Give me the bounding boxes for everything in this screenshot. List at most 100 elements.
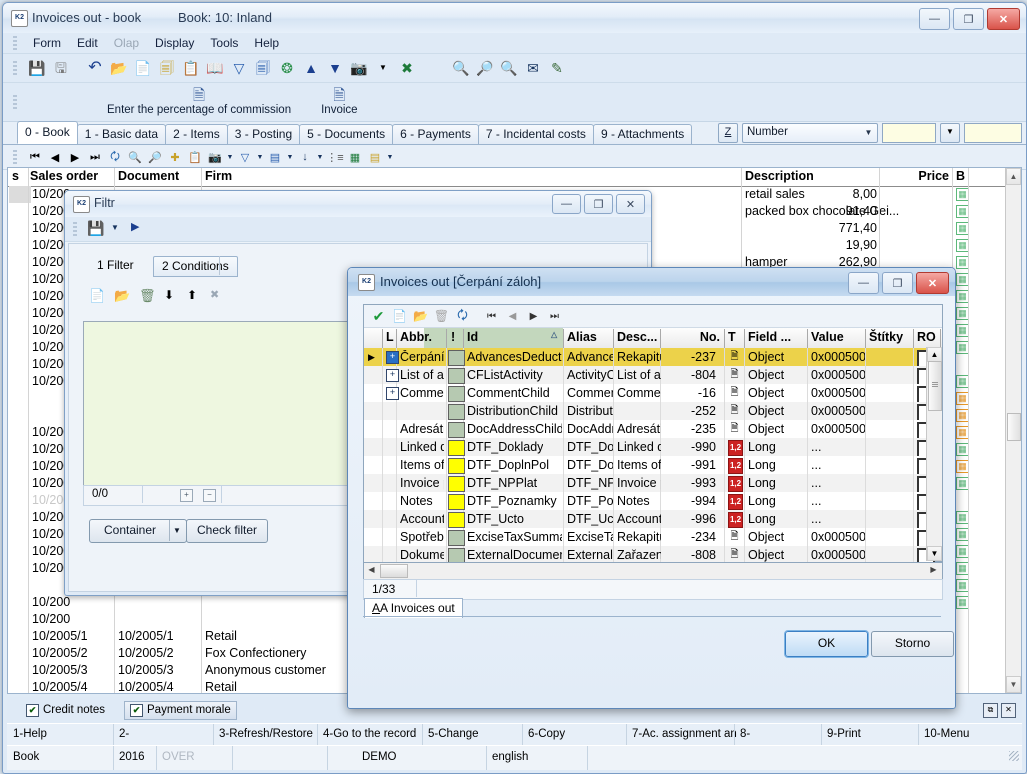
- table-row[interactable]: Invoice p DTF_NPPlat DTF_NPP Invoice p -993 1…: [364, 474, 935, 494]
- find-next-icon[interactable]: 🔎: [145, 147, 165, 167]
- toolbar-grip[interactable]: [13, 61, 17, 75]
- last-icon[interactable]: ⏭: [544, 306, 565, 326]
- fkey-10-menu[interactable]: 10-Menu: [924, 728, 969, 740]
- prev-icon[interactable]: ◀: [502, 306, 523, 326]
- tab-6-payments[interactable]: 6 - Payments: [392, 124, 479, 144]
- undo-icon[interactable]: ↶: [83, 57, 107, 79]
- invoices-horizontal-scrollbar[interactable]: ◀ ▶: [363, 562, 943, 580]
- new-document-icon[interactable]: 📄: [131, 57, 155, 79]
- camera-icon[interactable]: 📷: [347, 57, 371, 79]
- layers-icon[interactable]: ❂: [275, 57, 299, 79]
- fkey-8[interactable]: 8-: [740, 728, 750, 740]
- open-folder-icon[interactable]: 📂: [410, 306, 431, 326]
- filter-tab-2-conditions[interactable]: 2 Conditions: [153, 256, 238, 277]
- open-folder-icon[interactable]: 📂: [114, 288, 130, 304]
- dropdown-arrow-icon[interactable]: ▼: [385, 154, 395, 161]
- columns-icon[interactable]: ▤: [365, 147, 385, 167]
- invoices-bottom-tab[interactable]: AA Invoices out: [364, 598, 463, 618]
- refresh-icon[interactable]: 🗘: [452, 306, 473, 326]
- table-row[interactable]: Spotřebn ExciseTaxSummaryChild ExciseTa: Re…: [364, 528, 935, 548]
- gridbar-grip[interactable]: [13, 150, 17, 164]
- filter-conditions-area[interactable]: [83, 321, 363, 486]
- scroll-down-button[interactable]: ▼: [1006, 676, 1021, 693]
- run-icon[interactable]: ▶: [131, 220, 139, 233]
- tab-0-book[interactable]: 0 - Book: [17, 121, 78, 144]
- dropdown-arrow-icon[interactable]: ▼: [285, 154, 295, 161]
- col-t[interactable]: T: [728, 330, 736, 344]
- tab-1-basic-data[interactable]: 1 - Basic data: [76, 124, 167, 144]
- fkey-5-change[interactable]: 5-Change: [428, 728, 479, 740]
- tab-2-items[interactable]: 2 - Items: [165, 124, 228, 144]
- col-value[interactable]: Value: [811, 330, 844, 344]
- close-window-icon[interactable]: ✕: [1001, 702, 1016, 718]
- close-button[interactable]: ✕: [987, 8, 1020, 30]
- paste-icon[interactable]: 📋: [185, 147, 205, 167]
- fkey-6-copy[interactable]: 6-Copy: [528, 728, 565, 740]
- first-icon[interactable]: ⏮: [481, 306, 502, 326]
- move-down-icon[interactable]: ⬇: [164, 288, 174, 302]
- grid-col-s[interactable]: s: [12, 169, 19, 183]
- grid-col-document[interactable]: Document: [118, 169, 179, 183]
- delete-icon[interactable]: 🗑: [431, 306, 452, 326]
- dropdown-arrow-icon[interactable]: ▼: [225, 154, 235, 161]
- col-field[interactable]: Field ...: [748, 330, 791, 344]
- color-swatch[interactable]: [448, 440, 465, 456]
- fkey-7-assignment[interactable]: 7-Ac. assignment an: [632, 728, 737, 740]
- col-id[interactable]: Id: [467, 330, 478, 344]
- edit-note-icon[interactable]: ✎: [545, 57, 569, 79]
- search-input[interactable]: [882, 123, 936, 143]
- hscroll-left-button[interactable]: ◀: [365, 563, 378, 577]
- col-l[interactable]: L: [386, 330, 394, 344]
- tab-3-posting[interactable]: 3 - Posting: [226, 124, 301, 144]
- scrollbar-thumb[interactable]: [928, 361, 942, 411]
- next-icon[interactable]: ▶: [523, 306, 544, 326]
- scroll-down-button[interactable]: ▼: [927, 546, 942, 561]
- menubar-grip[interactable]: [13, 36, 17, 50]
- bigbar-grip[interactable]: [13, 95, 17, 111]
- filter-toolbar-grip[interactable]: [73, 222, 77, 236]
- sort-az-icon[interactable]: ↓: [295, 147, 315, 167]
- chevron-down-icon[interactable]: ▼: [169, 520, 184, 541]
- dropdown-arrow-icon[interactable]: ▼: [255, 154, 265, 161]
- table-row[interactable]: +Commen CommentChild Comment Comment: -16 🗎 Ob…: [364, 384, 935, 404]
- dropdown-arrow-icon[interactable]: ▼: [315, 154, 325, 161]
- col-desc[interactable]: Desc...: [617, 330, 657, 344]
- menu-edit[interactable]: Edit: [69, 34, 106, 52]
- mail-icon[interactable]: ✉: [521, 57, 545, 79]
- filter-maximize-button[interactable]: ❐: [584, 194, 613, 214]
- copy-icon[interactable]: 🗐: [155, 57, 179, 79]
- sort-columns-icon[interactable]: ▤: [265, 147, 285, 167]
- color-swatch[interactable]: [448, 494, 465, 510]
- resize-grip[interactable]: [1009, 751, 1019, 761]
- col-excl[interactable]: !: [451, 330, 455, 344]
- color-swatch[interactable]: [448, 512, 465, 528]
- expand-row-icon[interactable]: +: [386, 351, 399, 364]
- search-dropdown-button[interactable]: ▼: [940, 123, 960, 143]
- sort-combo[interactable]: Number ▼: [742, 123, 878, 143]
- table-row[interactable]: Items of DTF_DoplnPol DTF_Dop Items of a -99…: [364, 456, 935, 476]
- scroll-up-button[interactable]: ▲: [1006, 168, 1021, 185]
- maximize-button[interactable]: ❐: [953, 8, 984, 30]
- open-folder-icon[interactable]: 📂: [107, 57, 131, 79]
- check-filter-button[interactable]: Check filter: [186, 519, 268, 543]
- hscroll-right-button[interactable]: ▶: [927, 563, 940, 577]
- table-row[interactable]: Notes DTF_Poznamky DTF_Poz Notes -994 1,2 Long…: [364, 492, 935, 512]
- table-row[interactable]: Adresáti DocAddressChild DocAddre Adresáti -…: [364, 420, 935, 440]
- color-swatch[interactable]: [448, 476, 465, 492]
- menu-form[interactable]: Form: [25, 34, 69, 52]
- fkey-4-goto[interactable]: 4-Go to the record: [323, 728, 416, 740]
- color-swatch[interactable]: [448, 458, 465, 474]
- z-sort-button[interactable]: Z: [718, 123, 738, 143]
- filter-document-icon[interactable]: 🗐: [251, 57, 275, 79]
- filter-minimize-button[interactable]: —: [552, 194, 581, 214]
- checkbox-payment-morale[interactable]: ✔ Payment morale: [124, 700, 237, 720]
- save-icon[interactable]: 💾: [87, 220, 104, 237]
- table-row[interactable]: Linked d DTF_Doklady DTF_Dok Linked do -990 1…: [364, 438, 935, 458]
- refresh-icon[interactable]: 🗘: [105, 147, 125, 167]
- find-icon[interactable]: 🔍: [125, 147, 145, 167]
- move-up-icon[interactable]: ⬆: [187, 288, 197, 302]
- expand-row-icon[interactable]: +: [386, 387, 399, 400]
- ok-button[interactable]: OK: [784, 630, 869, 658]
- container-button[interactable]: Container ▼: [89, 519, 187, 543]
- col-alias[interactable]: Alias: [567, 330, 597, 344]
